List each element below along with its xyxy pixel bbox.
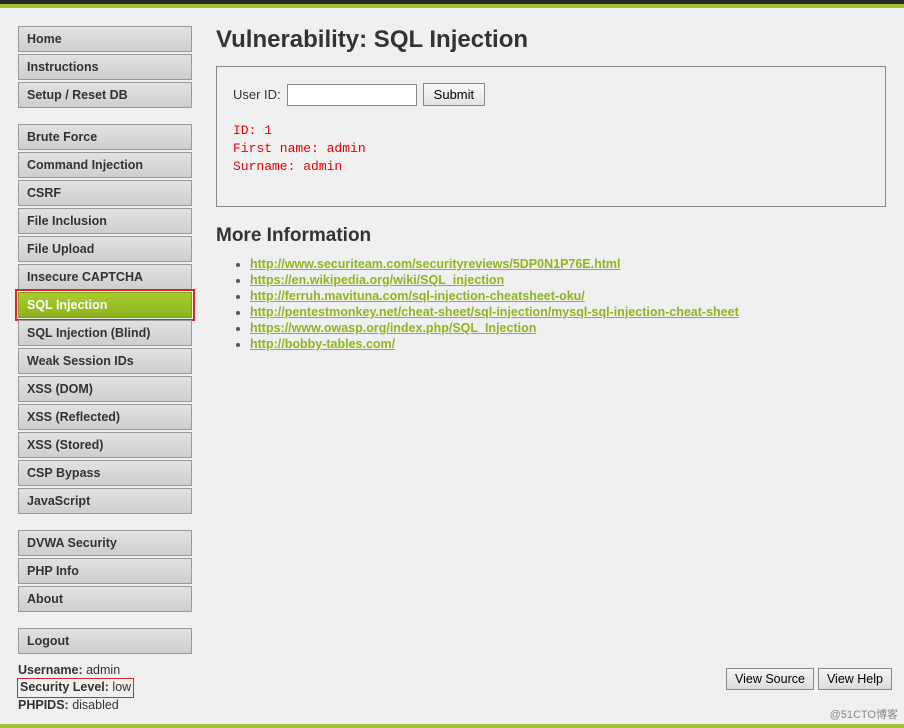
action-buttons: View Source View Help (726, 668, 892, 690)
sidebar-item-sql-injection-blind[interactable]: SQL Injection (Blind) (18, 320, 192, 346)
info-link-item: http://ferruh.mavituna.com/sql-injection… (250, 289, 886, 303)
sidebar-item-brute-force[interactable]: Brute Force (18, 124, 192, 150)
submit-button[interactable]: Submit (423, 83, 485, 106)
sidebar-item-php-info[interactable]: PHP Info (18, 558, 192, 584)
sidebar-item-dvwa-security[interactable]: DVWA Security (18, 530, 192, 556)
sidebar-item-javascript[interactable]: JavaScript (18, 488, 192, 514)
sidebar-item-weak-session-ids[interactable]: Weak Session IDs (18, 348, 192, 374)
sidebar-item-sql-injection[interactable]: SQL Injection (18, 292, 192, 318)
info-link[interactable]: https://en.wikipedia.org/wiki/SQL_inject… (250, 273, 504, 287)
bottom-bar-green (0, 724, 904, 728)
sidebar-item-setup-reset-db[interactable]: Setup / Reset DB (18, 82, 192, 108)
user-id-form: User ID: Submit (233, 83, 869, 106)
view-source-button[interactable]: View Source (726, 668, 814, 690)
info-link[interactable]: http://ferruh.mavituna.com/sql-injection… (250, 289, 585, 303)
username-label: Username: (18, 663, 83, 677)
menu-group-main: HomeInstructionsSetup / Reset DB (18, 26, 192, 110)
info-link[interactable]: http://pentestmonkey.net/cheat-sheet/sql… (250, 305, 739, 319)
info-link[interactable]: http://bobby-tables.com/ (250, 337, 395, 351)
footer-security-row: Security Level: low (18, 679, 133, 697)
menu-group-meta: DVWA SecurityPHP InfoAbout (18, 530, 192, 614)
sidebar-item-file-upload[interactable]: File Upload (18, 236, 192, 262)
security-level-value: low (112, 680, 131, 694)
user-id-label: User ID: (233, 87, 281, 102)
info-links-list: http://www.securiteam.com/securityreview… (216, 257, 886, 351)
footer-username-row: Username: admin (18, 662, 133, 680)
info-link-item: https://en.wikipedia.org/wiki/SQL_inject… (250, 273, 886, 287)
more-info-heading: More Information (216, 225, 886, 247)
info-link-item: https://www.owasp.org/index.php/SQL_Inje… (250, 321, 886, 335)
sidebar-item-instructions[interactable]: Instructions (18, 54, 192, 80)
footer-phpids-row: PHPIDS: disabled (18, 697, 133, 715)
phpids-value: disabled (72, 698, 119, 712)
sidebar-item-command-injection[interactable]: Command Injection (18, 152, 192, 178)
sidebar-item-xss-dom[interactable]: XSS (DOM) (18, 376, 192, 402)
layout: HomeInstructionsSetup / Reset DB Brute F… (0, 8, 904, 688)
sidebar-item-csrf[interactable]: CSRF (18, 180, 192, 206)
sidebar-item-xss-stored[interactable]: XSS (Stored) (18, 432, 192, 458)
page-title: Vulnerability: SQL Injection (216, 26, 886, 54)
sidebar-item-xss-reflected[interactable]: XSS (Reflected) (18, 404, 192, 430)
info-link-item: http://bobby-tables.com/ (250, 337, 886, 351)
info-link-item: http://www.securiteam.com/securityreview… (250, 257, 886, 271)
sidebar-item-about[interactable]: About (18, 586, 192, 612)
user-id-input[interactable] (287, 84, 417, 106)
info-link[interactable]: https://www.owasp.org/index.php/SQL_Inje… (250, 321, 536, 335)
footer-status: Username: admin Security Level: low PHPI… (18, 662, 133, 715)
sidebar-item-logout[interactable]: Logout (18, 628, 192, 654)
query-output: ID: 1 First name: admin Surname: admin (233, 122, 869, 177)
username-value: admin (86, 663, 120, 677)
main-content: Vulnerability: SQL Injection User ID: Su… (216, 26, 886, 353)
sidebar-item-csp-bypass[interactable]: CSP Bypass (18, 460, 192, 486)
menu-group-vulns: Brute ForceCommand InjectionCSRFFile Inc… (18, 124, 192, 516)
sidebar-item-home[interactable]: Home (18, 26, 192, 52)
menu-group-logout: Logout (18, 628, 192, 656)
info-link[interactable]: http://www.securiteam.com/securityreview… (250, 257, 621, 271)
sidebar: HomeInstructionsSetup / Reset DB Brute F… (18, 26, 192, 670)
sidebar-item-file-inclusion[interactable]: File Inclusion (18, 208, 192, 234)
sidebar-item-insecure-captcha[interactable]: Insecure CAPTCHA (18, 264, 192, 290)
security-level-label: Security Level: (20, 680, 109, 694)
view-help-button[interactable]: View Help (818, 668, 892, 690)
phpids-label: PHPIDS: (18, 698, 69, 712)
info-link-item: http://pentestmonkey.net/cheat-sheet/sql… (250, 305, 886, 319)
vulnerability-panel: User ID: Submit ID: 1 First name: admin … (216, 66, 886, 207)
watermark-text: @51CTO博客 (830, 706, 898, 722)
